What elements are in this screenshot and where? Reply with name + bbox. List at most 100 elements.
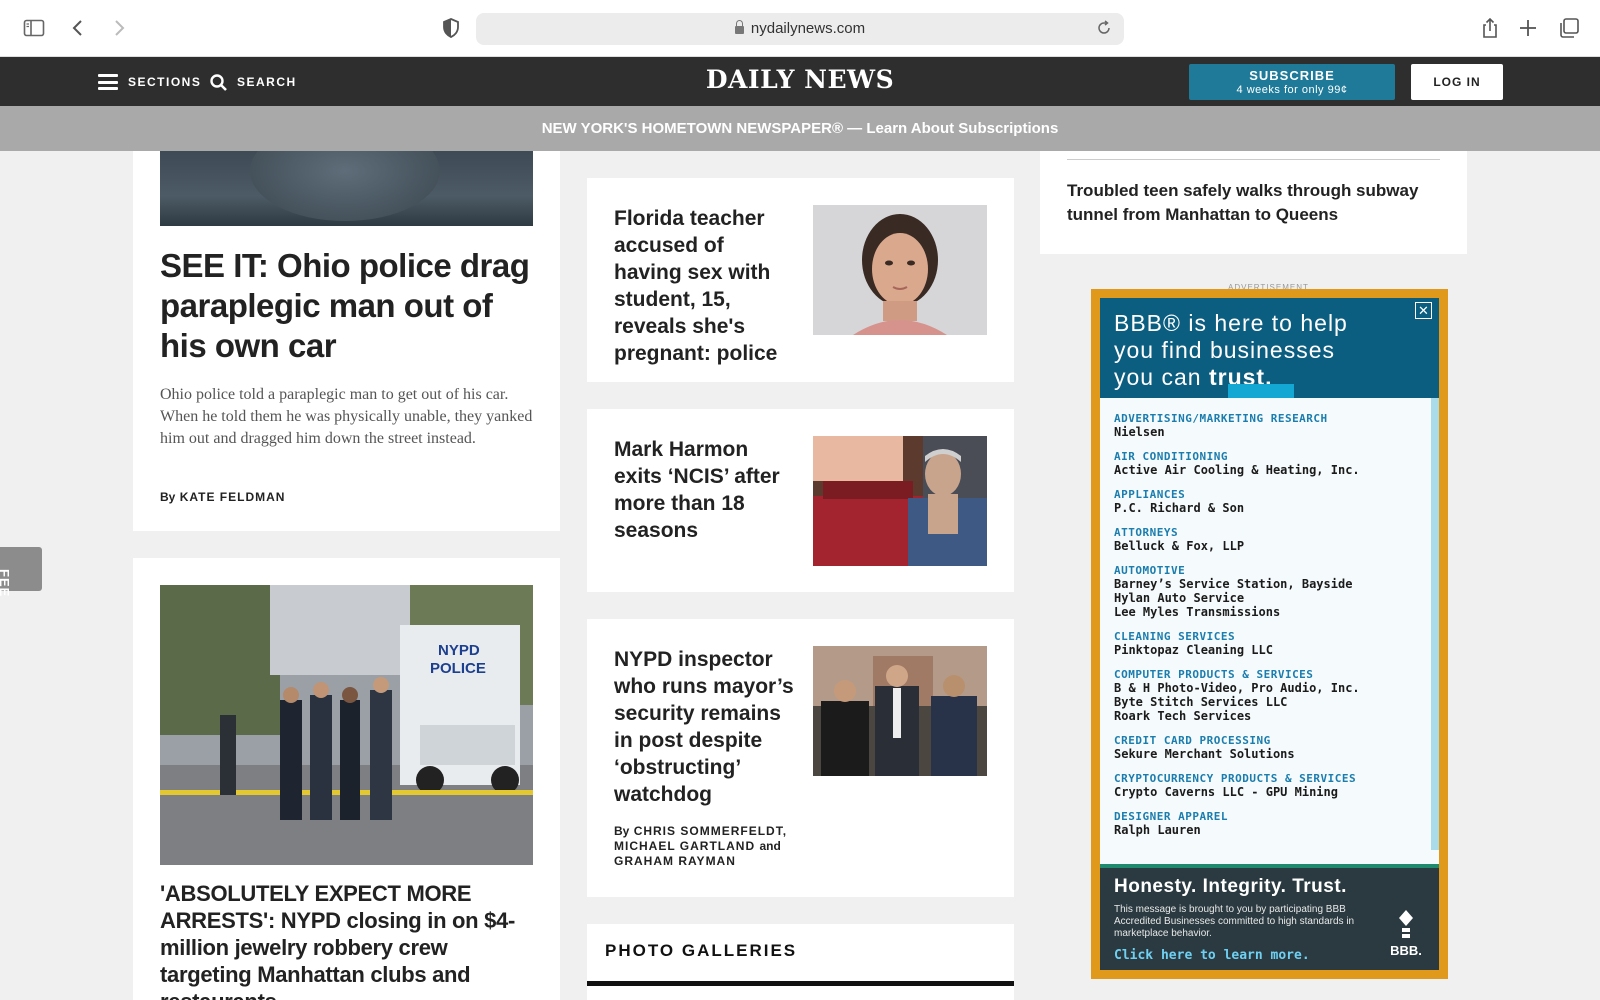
ad-business-name[interactable]: Roark Tech Services [1114,709,1426,723]
bbb-advertisement[interactable]: BBB® is here to help you find businesses… [1091,289,1448,979]
byline-author[interactable]: GRAHAM RAYMAN [614,854,736,868]
subscribe-title: SUBSCRIBE [1249,68,1335,83]
story-image-mark-harmon[interactable] [813,436,987,566]
ad-category-label[interactable]: DESIGNER APPAREL [1114,810,1426,823]
bbb-logo-text: BBB. [1390,943,1422,958]
ad-category-label[interactable]: CREDIT CARD PROCESSING [1114,734,1426,747]
story-card-nypd-robbery: NYPD POLICE 'ABSOLUTELY EXPECT MORE ARRE… [133,558,560,1000]
ad-business-name[interactable]: Byte Stitch Services LLC [1114,695,1426,709]
ad-category-group: DESIGNER APPAREL Ralph Lauren [1114,810,1426,837]
ad-business-name[interactable]: Ralph Lauren [1114,823,1426,837]
ad-category-group: CREDIT CARD PROCESSING Sekure Merchant So… [1114,734,1426,761]
section-title[interactable]: PHOTO GALLERIES [605,941,797,961]
sections-menu-button[interactable]: SECTIONS [98,74,201,90]
ad-category-label[interactable]: CRYPTOCURRENCY PRODUCTS & SERVICES [1114,772,1426,785]
story-card-florida-teacher: Florida teacher accused of having sex wi… [587,178,1014,382]
ad-category-label[interactable]: AIR CONDITIONING [1114,450,1426,463]
ad-footer-headline: Honesty. Integrity. Trust. [1114,876,1347,897]
ad-category-label[interactable]: COMPUTER PRODUCTS & SERVICES [1114,668,1426,681]
story-card-nypd-inspector: NYPD inspector who runs mayor’s security… [587,619,1014,897]
ad-business-name[interactable]: Sekure Merchant Solutions [1114,747,1426,761]
reload-icon[interactable] [1096,20,1112,36]
byline-prefix: By [160,490,176,504]
story-headline[interactable]: 'ABSOLUTELY EXPECT MORE ARRESTS': NYPD c… [160,880,540,1000]
ad-close-icon[interactable]: ✕ [1415,302,1432,319]
ad-category-label[interactable]: CLEANING SERVICES [1114,630,1426,643]
feedback-tab[interactable]: FEE [0,547,42,597]
ad-category-group: AIR CONDITIONING Active Air Cooling & Hea… [1114,450,1426,477]
story-card-mark-harmon: Mark Harmon exits ‘NCIS’ after more than… [587,409,1014,592]
ad-business-name[interactable]: P.C. Richard & Son [1114,501,1426,515]
section-divider [587,981,1014,986]
story-image-teacher-portrait[interactable] [813,205,987,335]
ad-category-label[interactable]: APPLIANCES [1114,488,1426,501]
subscribe-button[interactable]: SUBSCRIBE 4 weeks for only 99¢ [1189,64,1395,100]
ad-category-label[interactable]: ATTORNEYS [1114,526,1426,539]
ad-business-name[interactable]: B & H Photo-Video, Pro Audio, Inc. [1114,681,1426,695]
ad-scroll-strip [1431,398,1439,850]
ad-business-name[interactable]: Pinktopaz Cleaning LLC [1114,643,1426,657]
ad-footer: Honesty. Integrity. Trust. This message … [1100,864,1439,970]
url-text: nydailynews.com [750,20,866,37]
ad-message-line: you find businesses [1114,337,1336,363]
story-headline[interactable]: Mark Harmon exits ‘NCIS’ after more than… [614,436,794,544]
share-icon[interactable] [1478,16,1502,40]
ad-category-label[interactable]: ADVERTISING/MARKETING RESEARCH [1114,412,1426,425]
login-button[interactable]: LOG IN [1411,64,1503,100]
ad-banner: BBB® is here to help you find businesses… [1100,298,1439,398]
story-headline[interactable]: NYPD inspector who runs mayor’s security… [614,646,794,808]
ad-category-group: COMPUTER PRODUCTS & SERVICES B & H Photo-… [1114,668,1426,723]
daily-news-logo[interactable]: DAILY NEWS [640,65,960,94]
ad-business-name[interactable]: Barney’s Service Station, Bayside [1114,577,1426,591]
ad-category-group: ADVERTISING/MARKETING RESEARCH Nielsen [1114,412,1426,439]
ad-footer-body: This message is brought to you by partic… [1114,904,1355,939]
forward-icon[interactable] [106,16,130,40]
hamburger-icon [98,74,118,90]
bbb-torch-icon [1399,910,1413,938]
sidebar-toggle-icon[interactable] [22,16,46,40]
ad-category-label[interactable]: AUTOMOTIVE [1114,564,1426,577]
byline-author[interactable]: MICHAEL GARTLAND [614,839,755,853]
ad-learn-more-link[interactable]: Click here to learn more. [1114,948,1310,963]
svg-text:POLICE: POLICE [430,660,486,677]
story-byline: By KATE FELDMAN [160,490,285,504]
back-icon[interactable] [67,16,91,40]
ad-business-name[interactable]: Lee Myles Transmissions [1114,605,1426,619]
ad-accent-tab [1228,384,1294,398]
ad-business-name[interactable]: Hylan Auto Service [1114,591,1426,605]
feedback-label: FEE [0,569,12,598]
ad-business-name[interactable]: Nielsen [1114,425,1426,439]
story-headline[interactable]: SEE IT: Ohio police drag paraplegic man … [160,246,533,366]
byline-author[interactable]: CHRIS SOMMERFELDT, [634,824,787,838]
story-byline: By CHRIS SOMMERFELDT, MICHAEL GARTLAND a… [614,824,814,869]
byline-conjunction: and [759,839,781,853]
privacy-shield-icon[interactable] [439,16,463,40]
svg-text:NYPD: NYPD [438,642,480,659]
ad-message-line: BBB® is here to help [1114,310,1348,336]
tab-overview-icon[interactable] [1557,16,1581,40]
ad-message: BBB® is here to help you find businesses… [1114,310,1348,391]
subscription-promo-bar[interactable]: NEW YORK'S HOMETOWN NEWSPAPER® — Learn A… [0,106,1600,151]
sections-label: SECTIONS [128,75,202,89]
story-card-ohio-police: SEE IT: Ohio police drag paraplegic man … [133,151,560,531]
story-image-nypd-scene[interactable]: NYPD POLICE [160,585,533,865]
ad-category-group: CLEANING SERVICES Pinktopaz Cleaning LLC [1114,630,1426,657]
story-headline[interactable]: Troubled teen safely walks through subwa… [1067,179,1440,227]
byline-prefix: By [614,824,630,838]
ad-content: BBB® is here to help you find businesses… [1100,298,1439,970]
search-icon [210,73,227,91]
story-image-nypd-inspector[interactable] [813,646,987,776]
ad-business-name[interactable]: Belluck & Fox, LLP [1114,539,1426,553]
ad-category-group: CRYPTOCURRENCY PRODUCTS & SERVICES Crypto… [1114,772,1426,799]
search-button[interactable]: SEARCH [210,73,297,91]
byline-author[interactable]: KATE FELDMAN [180,490,286,504]
lock-icon [734,20,744,34]
ad-business-name[interactable]: Active Air Cooling & Heating, Inc. [1114,463,1426,477]
ad-business-name[interactable]: Crypto Caverns LLC - GPU Mining [1114,785,1426,799]
story-image-ohio-police[interactable] [160,151,533,226]
subscribe-subtitle: 4 weeks for only 99¢ [1236,84,1348,96]
ad-message-pre: you can [1114,364,1202,390]
story-headline[interactable]: Florida teacher accused of having sex wi… [614,205,794,367]
new-tab-icon[interactable] [1516,16,1540,40]
address-bar[interactable]: nydailynews.com [476,13,1124,45]
